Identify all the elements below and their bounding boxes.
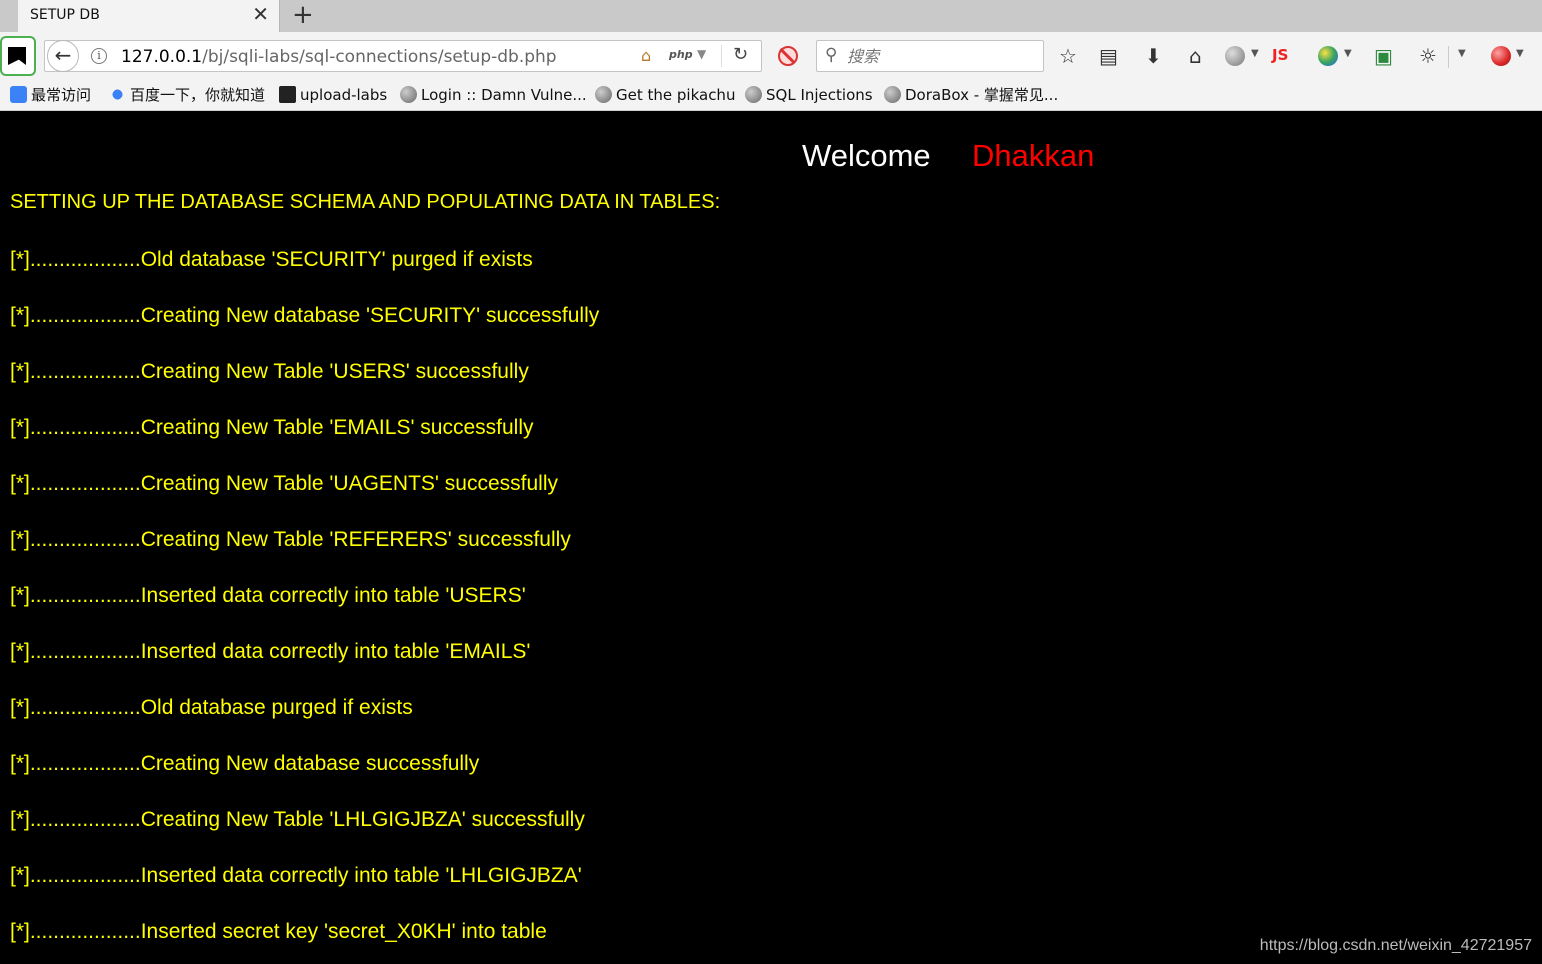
chevron-down-icon[interactable]: ▼ — [1251, 48, 1259, 59]
star-icon[interactable]: ☆ — [1059, 44, 1077, 68]
globe-icon — [884, 86, 901, 103]
log-line: [*]...................Creating New Table… — [10, 472, 558, 495]
addon-icon[interactable] — [1491, 46, 1511, 66]
php-badge[interactable]: php — [669, 48, 693, 61]
bookmark-dorabox[interactable]: DoraBox - 掌握常见... — [884, 86, 1058, 104]
log-line: [*]...................Creating New Table… — [10, 416, 534, 439]
color-globe-icon[interactable] — [1318, 46, 1338, 66]
back-icon[interactable]: ← — [47, 40, 79, 72]
new-tab-button[interactable]: + — [292, 0, 314, 30]
url-host: 127.0.0.1 — [121, 47, 203, 67]
chevron-down-icon[interactable]: ▼ — [1516, 48, 1524, 59]
globe-icon — [400, 86, 417, 103]
divider — [721, 45, 722, 67]
log-line: [*]...................Inserted secret ke… — [10, 920, 547, 943]
bookmark-label: 最常访问 — [31, 86, 92, 104]
watermark-url: https://blog.csdn.net/weixin_42721957 — [1259, 937, 1532, 954]
log-line: [*]...................Creating New datab… — [10, 752, 480, 775]
tab-title: SETUP DB — [30, 7, 100, 23]
adblock-icon[interactable] — [778, 46, 798, 66]
close-icon[interactable]: ✕ — [252, 3, 269, 25]
tab-setup-db[interactable]: SETUP DB ✕ — [18, 0, 280, 32]
home-icon[interactable]: ⌂ — [1189, 44, 1202, 68]
bookmarks-bar: 最常访问 百度一下，你就知道 upload-labs Login :: Damn… — [0, 80, 1542, 111]
chevron-down-icon[interactable]: ▼ — [1344, 48, 1352, 59]
address-bar[interactable]: ← i 127.0.0.1/bj/sqli-labs/sql-connectio… — [44, 40, 762, 72]
bookmark-label: Login :: Damn Vulne... — [421, 86, 587, 104]
bookmark-label: SQL Injections — [766, 86, 873, 104]
bookmark-label: upload-labs — [300, 86, 388, 104]
most-visited-icon — [10, 86, 27, 103]
bookmark-sql-injections[interactable]: SQL Injections — [745, 86, 873, 104]
search-bar[interactable]: ⚲ — [816, 40, 1044, 72]
chevron-down-icon[interactable]: ▼ — [1458, 48, 1466, 59]
log-line: [*]...................Inserted data corr… — [10, 584, 526, 607]
log-line: [*]...................Old database 'SECU… — [10, 248, 533, 271]
image-icon[interactable]: ▣ — [1374, 44, 1393, 68]
user-name-text: Dhakkan — [972, 138, 1095, 173]
globe-icon[interactable] — [1225, 46, 1245, 66]
globe-icon — [745, 86, 762, 103]
page-content: Welcome Dhakkan SETTING UP THE DATABASE … — [0, 111, 1542, 964]
welcome-text: Welcome — [802, 138, 931, 173]
url-text[interactable]: 127.0.0.1/bj/sqli-labs/sql-connections/s… — [121, 47, 557, 67]
log-line: [*]...................Old database purge… — [10, 696, 413, 719]
bookmark-upload-labs[interactable]: upload-labs — [279, 86, 387, 104]
info-icon[interactable]: i — [91, 48, 107, 64]
globe-icon — [595, 86, 612, 103]
palette-icon[interactable]: ☼ — [1419, 44, 1437, 68]
tab-strip: SETUP DB ✕ + — [0, 0, 1542, 32]
bookmark-dvwa[interactable]: Login :: Damn Vulne... — [400, 86, 587, 104]
log-line: [*]...................Inserted data corr… — [10, 640, 531, 663]
log-line: [*]...................Creating New datab… — [10, 304, 600, 327]
log-line: [*]...................Creating New Table… — [10, 528, 571, 551]
bookmark-pikachu[interactable]: Get the pikachu — [595, 86, 735, 104]
folder-icon — [279, 86, 296, 103]
search-icon: ⚲ — [825, 45, 838, 65]
search-input[interactable] — [847, 45, 1037, 67]
bookmark-baidu[interactable]: 百度一下，你就知道 — [109, 86, 265, 104]
reading-list-icon[interactable]: ▤ — [1099, 44, 1118, 68]
divider — [1448, 46, 1449, 68]
js-icon[interactable]: JS — [1272, 46, 1288, 64]
page-heading: SETTING UP THE DATABASE SCHEMA AND POPUL… — [10, 191, 721, 213]
setup-log: [*]...................Old database 'SECU… — [10, 247, 599, 964]
navigation-toolbar: ← i 127.0.0.1/bj/sqli-labs/sql-connectio… — [0, 32, 1542, 80]
bookmark-most-visited[interactable]: 最常访问 — [10, 86, 91, 104]
url-path: /bj/sqli-labs/sql-connections/setup-db.p… — [202, 47, 557, 67]
bookmark-label: DoraBox - 掌握常见... — [905, 86, 1059, 104]
log-line: [*]...................Inserted data corr… — [10, 864, 582, 887]
chevron-down-icon[interactable]: ▼ — [697, 47, 706, 61]
reload-icon[interactable]: ↻ — [733, 44, 748, 65]
baidu-icon — [109, 86, 126, 103]
log-line: [*]...................Creating New Table… — [10, 808, 585, 831]
log-line: [*]...................Creating New Table… — [10, 360, 529, 383]
bookmark-label: 百度一下，你就知道 — [130, 86, 266, 104]
php-home-icon[interactable]: ⌂ — [641, 46, 651, 65]
bookmark-label: Get the pikachu — [616, 86, 736, 104]
noscript-icon[interactable] — [0, 36, 36, 76]
download-icon[interactable]: ⬇ — [1145, 44, 1162, 68]
